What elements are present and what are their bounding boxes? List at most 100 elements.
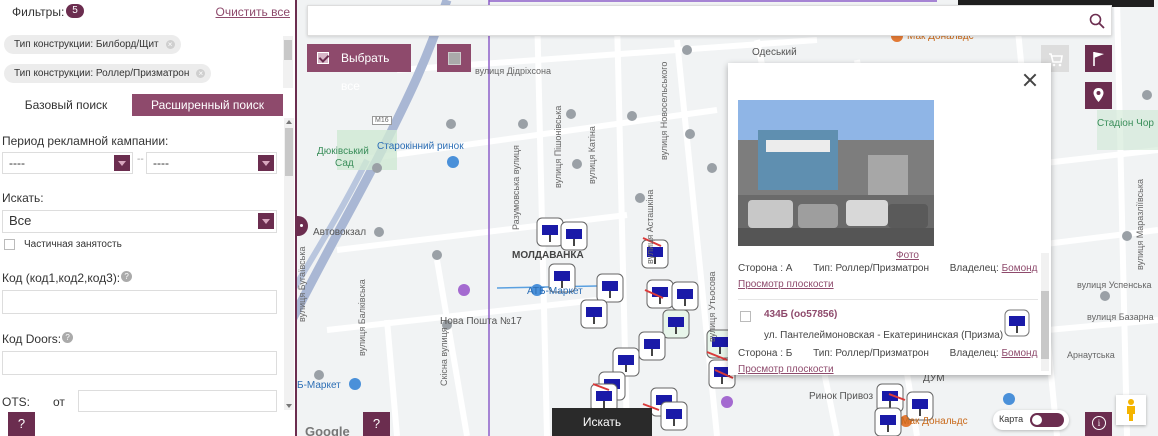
clear-all-link[interactable]: Очистить все xyxy=(216,5,290,19)
map-street-pishonivska: вулиця Пішонівська xyxy=(553,105,563,188)
pegman-icon xyxy=(1127,399,1135,421)
map-street-arnautska: Арнаутська xyxy=(1067,350,1115,360)
partial-occupancy-checkbox[interactable] xyxy=(4,239,15,250)
item-address: ул. Пантелеймоновская - Екатерининская (… xyxy=(764,330,1004,341)
side-a-label: Сторона : А xyxy=(738,263,793,274)
side-a-info: Сторона : А Тип: Роллер/Призматрон Владе… xyxy=(738,263,1038,274)
popup-divider xyxy=(738,299,1038,300)
ots-from-label: от xyxy=(53,395,65,409)
map-label-odesky: Одеський xyxy=(752,47,797,58)
item-select-checkbox[interactable] xyxy=(740,311,751,322)
tab-basic-search[interactable]: Базовый поиск xyxy=(0,94,132,116)
map-route-badge: M16 xyxy=(372,116,392,125)
search-type-label: Искать: xyxy=(2,191,44,205)
filter-chip-label: Тип конструкции: Роллер/Призматрон xyxy=(14,68,190,79)
filter-chip-label: Тип конструкции: Билборд/Щит xyxy=(14,39,159,50)
item-code[interactable]: 434Б (оо57856) xyxy=(764,309,837,320)
chevron-down-icon xyxy=(258,155,274,171)
map-help-button[interactable]: ? xyxy=(363,412,390,436)
search-tabs: Базовый поиск Расширенный поиск xyxy=(0,94,283,116)
filter-panel: Фильтры: 5 Очистить все Тип конструкции:… xyxy=(0,0,297,436)
map-street-bazarna: вулиця Базарна xyxy=(1087,312,1154,322)
map-toggle-label: Карта xyxy=(999,414,1024,424)
filter-chip-billboard: Тип конструкции: Билборд/Щит × xyxy=(4,35,181,54)
flag-button[interactable] xyxy=(1085,45,1112,72)
side-a-type: Тип: Роллер/Призматрон xyxy=(813,263,929,274)
map-label-atb: АТБ-Маркет xyxy=(527,286,583,297)
search-type-value: Все xyxy=(9,213,32,228)
select-all-button[interactable]: Выбрать все xyxy=(307,44,411,93)
filters-header: Фильтры: 5 Очистить все xyxy=(12,4,292,20)
map-label-b-market: Б-Маркет xyxy=(297,380,341,391)
map-street-astashkina: вулиця Асташкіна xyxy=(645,189,655,264)
help-icon[interactable]: ? xyxy=(62,332,74,343)
chevron-down-icon xyxy=(114,155,130,171)
map-label-bus-station: Автовокзал xyxy=(313,227,367,238)
side-a-owner-label: Владелец: xyxy=(949,263,999,274)
map-street-razumovska: Разумовська вулиця xyxy=(511,145,521,230)
map-street-utosova: вулиця Утьосова xyxy=(707,271,717,342)
search-icon[interactable] xyxy=(1089,13,1105,29)
side-b-type: Тип: Роллер/Призматрон xyxy=(813,348,929,359)
code-label-text: Код (код1,код2,код3): xyxy=(2,271,121,285)
map-street-marazliivska: вулиця Маразліївська xyxy=(1135,179,1145,270)
filters-count-badge: 5 xyxy=(66,4,84,18)
view-plane-link[interactable]: Просмотр плоскости xyxy=(738,279,834,290)
prism-billboard-icon xyxy=(1004,309,1030,337)
map-label-moldavanka: МОЛДАВАНКА xyxy=(512,250,584,261)
info-button[interactable] xyxy=(1085,412,1112,436)
filter-chip-roller: Тип конструкции: Роллер/Призматрон × xyxy=(4,64,212,83)
doors-label-text: Код Doors: xyxy=(2,332,62,346)
side-b-owner-link[interactable]: Бомонд xyxy=(1001,348,1037,359)
close-icon[interactable] xyxy=(1023,73,1037,87)
side-b-owner-label: Владелец: xyxy=(949,348,999,359)
map-label-mcdonalds-bottom: Мак Дональдс xyxy=(901,416,968,427)
street-view-pegman[interactable] xyxy=(1116,395,1146,425)
map-search-bar[interactable] xyxy=(307,5,1112,36)
construction-popup: Фото Сторона : А Тип: Роллер/Призматрон … xyxy=(728,63,1051,375)
tab-advanced-search[interactable]: Расширенный поиск xyxy=(132,94,283,116)
partial-occupancy-label: Частичная занятость xyxy=(24,239,122,250)
construction-photo xyxy=(738,100,934,246)
period-to-value: ---- xyxy=(153,156,169,170)
remove-chip-icon[interactable]: × xyxy=(165,40,175,49)
chips-scrollbar[interactable] xyxy=(283,36,293,88)
map-type-toggle[interactable]: Карта xyxy=(993,410,1069,430)
doors-code-label: Код Doors:? xyxy=(2,332,74,346)
remove-chip-icon[interactable]: × xyxy=(196,69,206,78)
doors-code-input[interactable] xyxy=(2,351,277,375)
map-street-skisna: Скісна вулиця xyxy=(439,327,449,386)
deselect-square-button[interactable] xyxy=(437,44,471,72)
map-street-didrikhsona: вулиця Дідріхсона xyxy=(475,66,552,76)
period-separator: -- xyxy=(137,154,144,165)
chevron-down-icon xyxy=(258,213,274,229)
map-street-balkivska: вулиця Балківська xyxy=(357,279,367,356)
code-input[interactable] xyxy=(2,290,277,314)
ots-label: OTS: xyxy=(2,395,31,409)
map-label-park-2: Сад xyxy=(335,158,354,169)
run-search-button[interactable]: Искать xyxy=(552,408,652,436)
period-to-select[interactable]: ---- xyxy=(146,152,277,174)
side-b-label: Сторона : Б xyxy=(738,348,793,359)
period-label: Период рекламной кампании: xyxy=(2,134,169,148)
map-street-uspenska: вулиця Успенська xyxy=(1077,280,1152,290)
map-pin-icon xyxy=(1093,88,1104,102)
period-from-select[interactable]: ---- xyxy=(2,152,133,174)
map-street-katina: вулиця Катіна xyxy=(587,126,597,184)
search-type-select[interactable]: Все xyxy=(2,210,277,233)
side-a-owner-link[interactable]: Бомонд xyxy=(1002,263,1038,274)
filters-label: Фильтры: xyxy=(12,5,65,19)
help-icon[interactable]: ? xyxy=(121,271,133,282)
location-pin-button[interactable] xyxy=(1085,82,1112,109)
view-plane-link-2[interactable]: Просмотр плоскости xyxy=(738,364,834,375)
map-street-novoselskoho: вулиця Новосельського xyxy=(659,61,669,160)
panel-help-button[interactable]: ? xyxy=(8,412,35,436)
photo-link[interactable]: Фото xyxy=(896,250,919,261)
map-label-pryvoz: Ринок Привоз xyxy=(809,391,874,402)
map-area[interactable]: МОЛДАВАНКА Дюківський Сад Старокінний ри… xyxy=(297,0,1158,436)
ots-from-input[interactable] xyxy=(78,390,277,412)
map-label-market: Старокінний ринок xyxy=(377,141,464,152)
popup-scrollbar[interactable] xyxy=(1041,253,1049,371)
form-scrollbar[interactable] xyxy=(284,118,294,410)
map-label-stadium: Стадіон Чор xyxy=(1097,118,1154,129)
